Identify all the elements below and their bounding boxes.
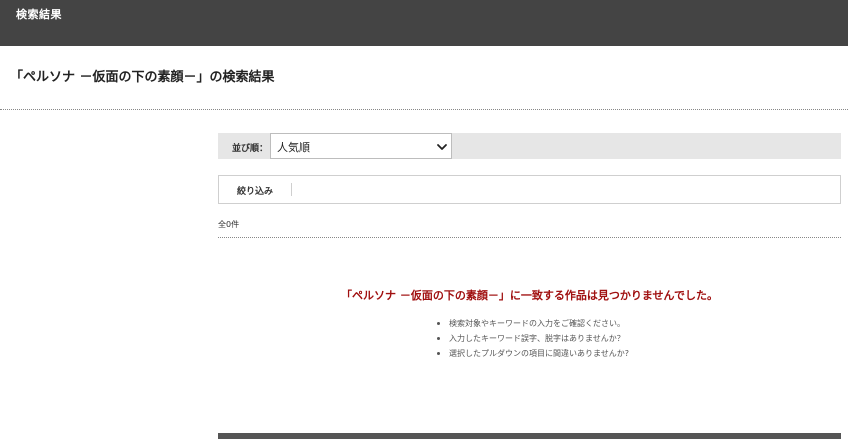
- sort-bar: 並び順： 人気順: [218, 133, 841, 159]
- filter-separator: [291, 183, 292, 196]
- no-results-message: 「ペルソナ －仮面の下の素顔－」に一致する作品は見つかりませんでした。: [341, 289, 718, 302]
- sort-order-select[interactable]: 人気順: [270, 133, 452, 159]
- hint-list: 検索対象やキーワードの入力をご確認ください。 入力したキーワード誤字、脱字はあり…: [437, 316, 629, 361]
- hint-item: 検索対象やキーワードの入力をご確認ください。: [437, 316, 629, 331]
- results-divider: [218, 237, 841, 238]
- chevron-down-icon: [437, 144, 447, 150]
- hint-text: 検索対象やキーワードの入力をご確認ください。: [449, 319, 625, 328]
- bullet-icon: [437, 322, 440, 325]
- hint-item: 入力したキーワード誤字、脱字はありませんか？: [437, 331, 629, 346]
- hint-text: 入力したキーワード誤字、脱字はありませんか？: [449, 334, 625, 343]
- hint-item: 選択したプルダウンの項目に間違いありませんか?: [437, 346, 629, 361]
- bullet-icon: [437, 337, 440, 340]
- hint-text: 選択したプルダウンの項目に間違いありませんか?: [449, 349, 630, 358]
- sort-selected-value: 人気順: [277, 141, 310, 154]
- footer-bar: [218, 433, 841, 439]
- page-title: 「ペルソナ －仮面の下の素顔－」の検索結果: [10, 70, 275, 85]
- filter-button[interactable]: 絞り込み: [219, 176, 293, 203]
- filter-bar: 絞り込み: [218, 175, 841, 204]
- header-title: 検索結果: [16, 8, 62, 21]
- sort-label: 並び順：: [232, 144, 269, 154]
- title-divider: [0, 109, 848, 110]
- bullet-icon: [437, 352, 440, 355]
- filter-label: 絞り込み: [237, 187, 274, 197]
- top-header-bar: 検索結果: [0, 0, 848, 46]
- result-count: 全0件: [218, 220, 240, 229]
